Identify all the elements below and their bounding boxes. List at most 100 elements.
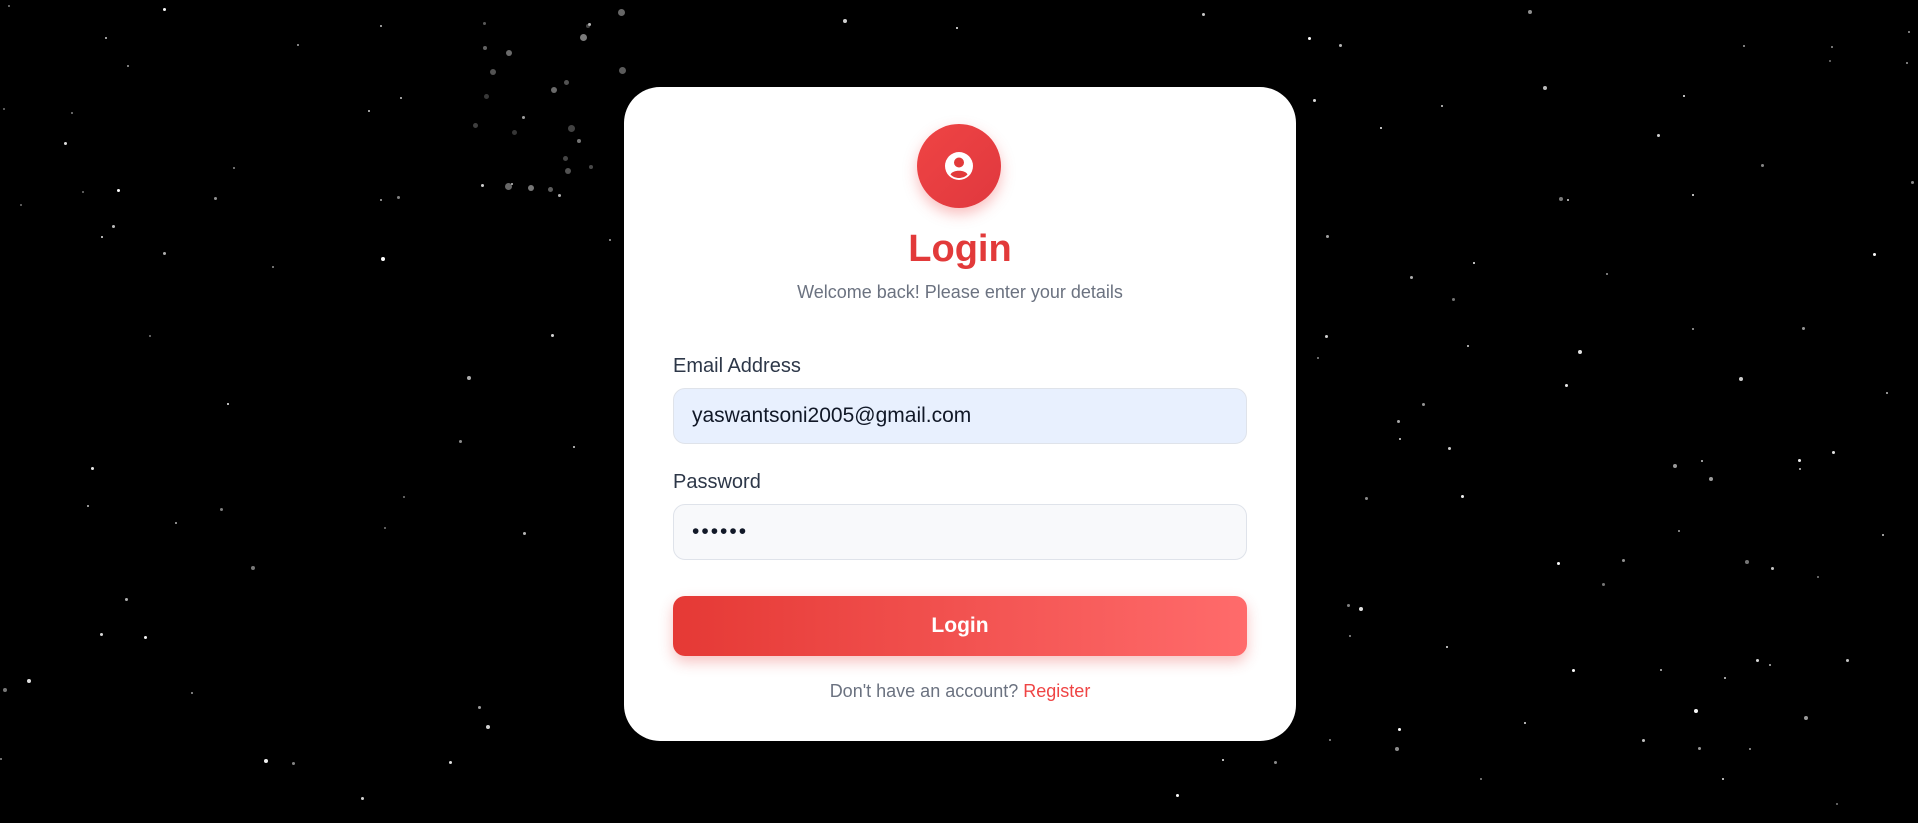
star [1745,560,1749,564]
star [506,50,512,56]
star [478,706,481,709]
star [1832,451,1835,454]
star [1349,635,1351,637]
star [27,679,31,683]
star [368,110,370,112]
star [227,403,229,405]
star [87,505,89,507]
star [589,165,593,169]
star [1422,403,1425,406]
star [573,446,575,448]
register-prompt: Don't have an account? Register [624,681,1296,702]
star [1602,583,1605,586]
star [1410,276,1413,279]
star [191,692,193,694]
register-link[interactable]: Register [1023,681,1090,701]
star [1831,46,1833,48]
star [220,508,223,511]
star [380,199,382,201]
star [3,108,5,110]
star [233,167,235,169]
star [3,688,7,692]
star [101,236,103,238]
star [1397,420,1400,423]
star [1359,607,1363,611]
star [473,123,478,128]
star [127,65,129,67]
star [125,598,128,601]
page-title: Login [908,228,1012,270]
star [292,762,295,765]
star [380,25,382,27]
star [403,496,405,498]
star [1743,45,1745,47]
star [1739,377,1743,381]
star [843,19,847,23]
star [1325,335,1328,338]
star [214,197,217,200]
star [1829,60,1831,62]
star [484,94,489,99]
star [1846,659,1849,662]
star [1882,534,1884,536]
star [1395,747,1399,751]
star [551,334,554,337]
star [565,168,571,174]
star [580,34,587,41]
star [1578,350,1582,354]
star [1911,181,1914,184]
user-circle-icon [945,152,973,180]
password-label: Password [673,471,761,493]
star [71,112,73,114]
star [1694,709,1698,713]
star [1398,728,1401,731]
star [1722,778,1724,780]
star [956,27,958,29]
star [1452,298,1455,301]
star [1347,604,1350,607]
star [1176,794,1179,797]
star [1329,739,1331,741]
star [144,636,147,639]
star [1678,530,1680,532]
star [568,125,575,132]
star [105,37,107,39]
login-card: Login Welcome back! Please enter your de… [624,87,1296,741]
star [149,335,151,337]
star [577,139,581,143]
star [361,797,364,800]
star [117,189,120,192]
login-button[interactable]: Login [673,596,1247,656]
star [20,204,22,206]
star [175,522,177,524]
star [1817,576,1819,578]
email-input[interactable] [673,388,1247,444]
star [1313,99,1316,102]
star [490,69,496,75]
star [1698,747,1701,750]
star [1692,194,1694,196]
star [82,191,84,193]
star [1673,464,1677,468]
star [483,46,487,50]
star [251,566,255,570]
star [1274,761,1277,764]
star [1365,497,1368,500]
star [400,97,402,99]
star [1771,567,1774,570]
star [1749,748,1751,750]
password-input[interactable] [673,504,1247,560]
register-prompt-text: Don't have an account? [829,681,1019,701]
star [397,196,400,199]
star [1701,460,1703,462]
star [548,187,553,192]
star [481,184,484,187]
star [100,633,103,636]
star [618,9,625,16]
star [459,440,462,443]
star [1399,438,1401,440]
star [1873,253,1876,256]
star [1567,199,1569,201]
star [523,532,526,535]
star [522,116,525,119]
